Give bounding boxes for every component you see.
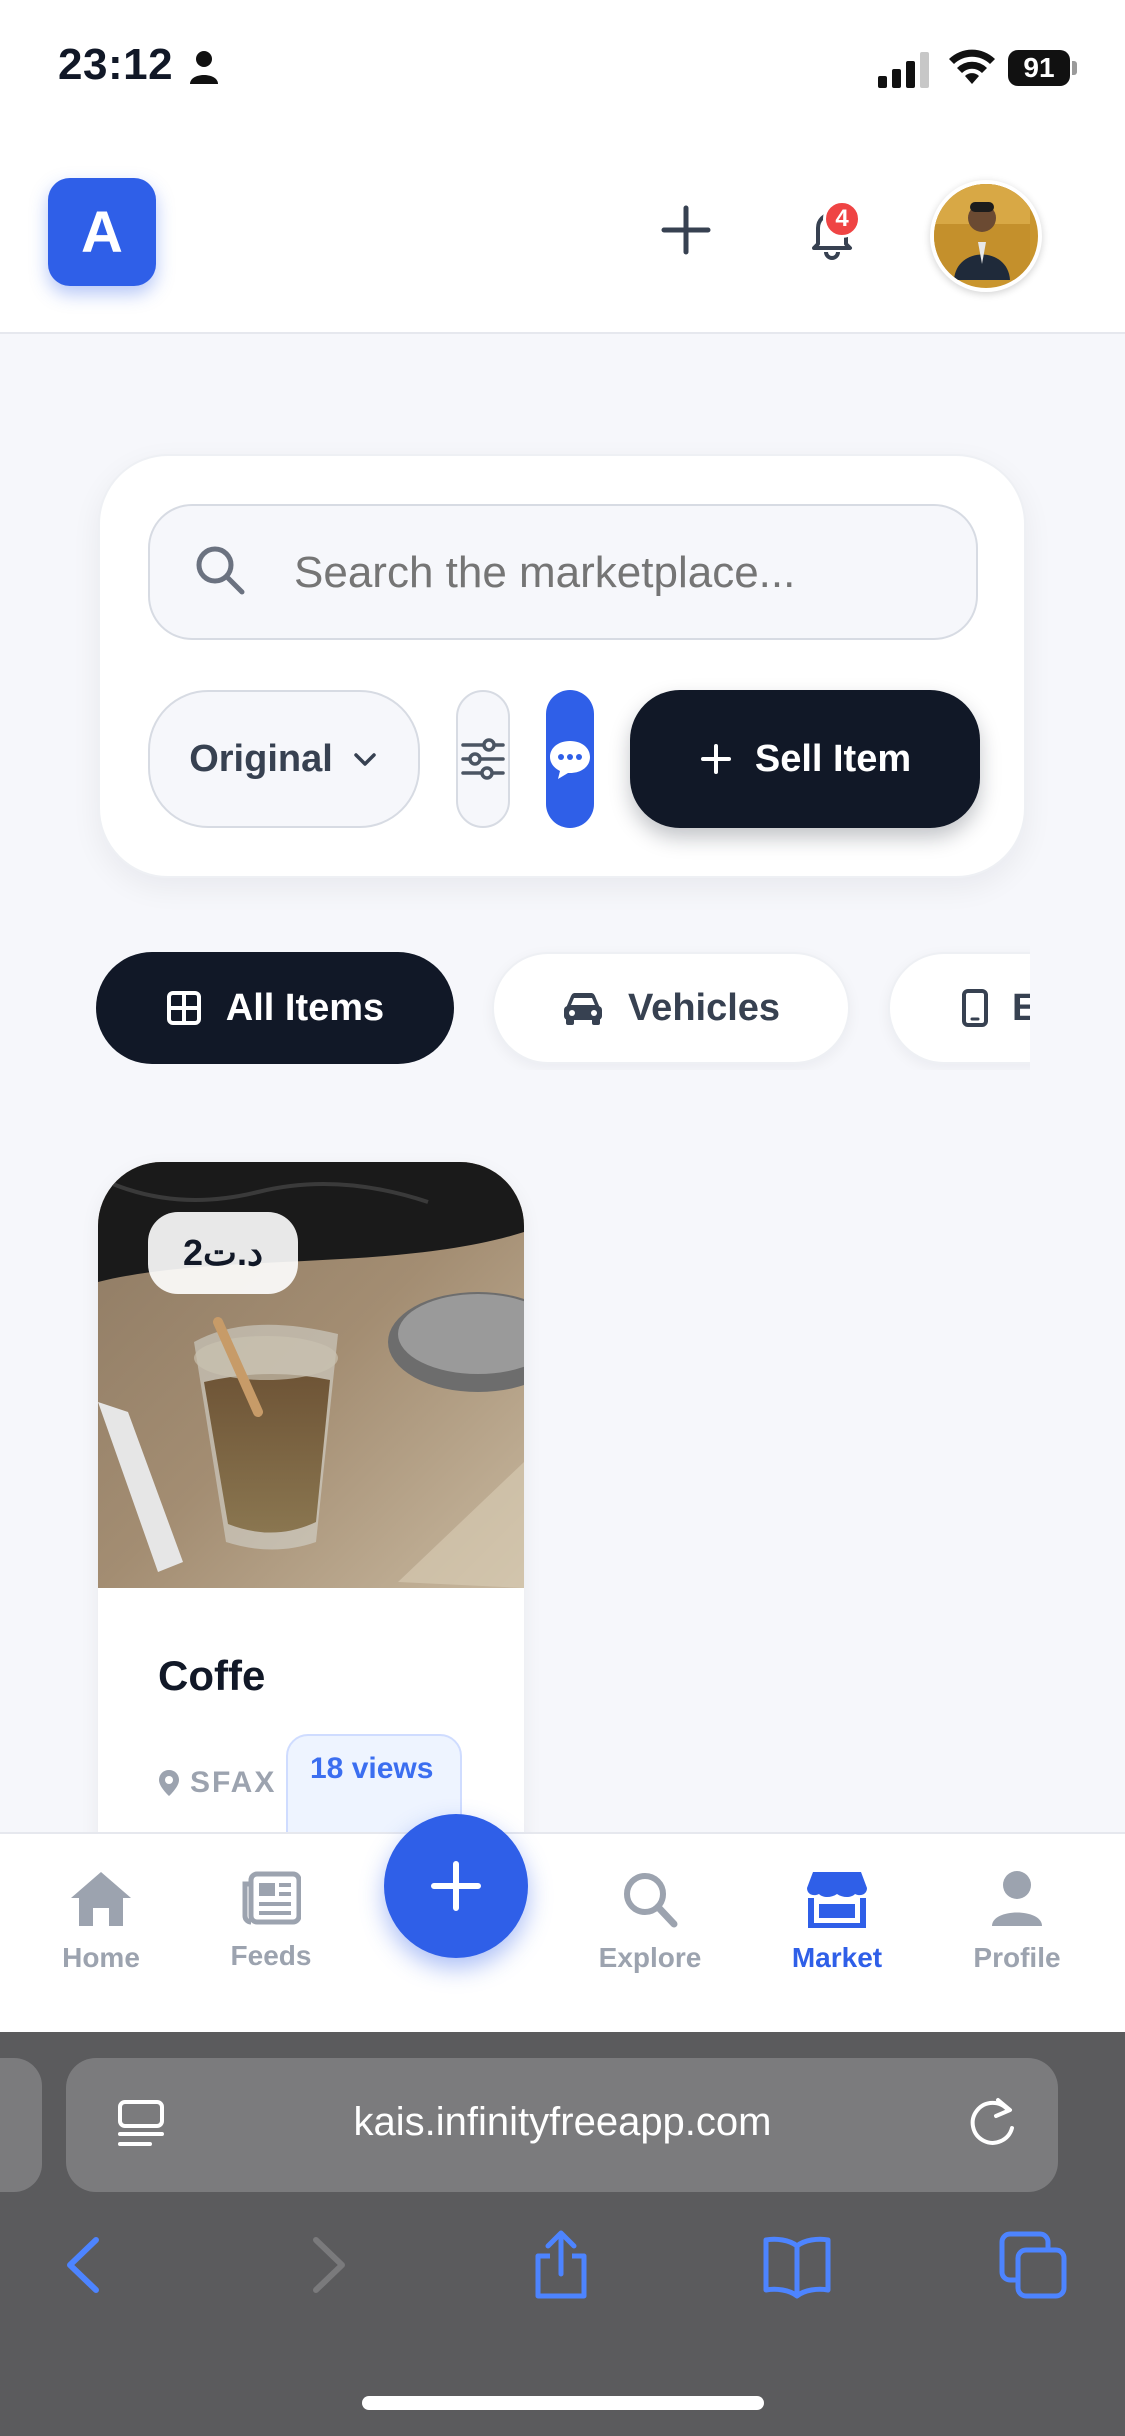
app-logo[interactable]: A: [48, 178, 156, 286]
status-time: 23:12: [58, 40, 174, 89]
store-icon: [807, 1872, 867, 1928]
battery-indicator: 91: [1008, 50, 1078, 86]
sort-dropdown-label: Original: [189, 737, 333, 780]
sort-dropdown[interactable]: Original: [148, 690, 420, 828]
category-label: E: [1012, 986, 1030, 1029]
tabs-icon[interactable]: [998, 2230, 1068, 2300]
search-icon: [196, 546, 245, 595]
reader-mode-icon[interactable]: [116, 2098, 166, 2152]
nav-label: Feeds: [230, 1940, 312, 1971]
category-vehicles[interactable]: Vehicles: [492, 952, 850, 1064]
search-icon: [624, 1873, 678, 1928]
sell-item-button[interactable]: Sell Item: [630, 690, 980, 828]
home-icon: [71, 1872, 131, 1926]
reload-icon[interactable]: [964, 2094, 1022, 2152]
listing-title: Coffe: [158, 1652, 266, 1699]
plus-icon: [431, 1861, 481, 1911]
user-icon: [992, 1871, 1042, 1926]
previous-tab[interactable]: [0, 2058, 42, 2192]
create-post-button[interactable]: [384, 1814, 528, 1958]
nav-feeds[interactable]: Feeds: [196, 1870, 346, 2000]
plus-icon[interactable]: [656, 200, 716, 260]
listing-card[interactable]: 2د.ت Coffe SFAX 18 views: [98, 1162, 524, 1862]
plus-icon: [700, 744, 731, 774]
nav-label: Market: [791, 1942, 883, 1973]
category-all-items[interactable]: All Items: [96, 952, 454, 1064]
wifi-icon: [949, 49, 995, 84]
price-badge: 2د.ت: [148, 1212, 298, 1294]
filter-button[interactable]: [456, 690, 510, 828]
nav-label: Profile: [973, 1942, 1061, 1973]
battery-level: 91: [1008, 50, 1070, 86]
category-electronics[interactable]: E: [888, 952, 1030, 1064]
phone-icon: [962, 989, 988, 1027]
nav-label: Explore: [598, 1942, 702, 1973]
car-icon: [563, 993, 602, 1025]
sliders-icon: [461, 738, 505, 780]
sell-item-label: Sell Item: [754, 737, 912, 780]
nav-explore[interactable]: Explore: [575, 1870, 725, 2000]
person-icon: [190, 51, 218, 84]
forward-icon[interactable]: [290, 2230, 360, 2300]
category-label: Vehicles: [627, 986, 781, 1029]
category-label: All Items: [225, 986, 385, 1029]
nav-home[interactable]: Home: [26, 1870, 176, 2000]
cellular-signal-icon: [878, 52, 929, 88]
location-text: SFAX: [190, 1766, 277, 1799]
chat-button[interactable]: [546, 690, 594, 828]
newspaper-icon: [242, 1871, 301, 1925]
url-text: kais.infinityfreeapp.com: [353, 2100, 772, 2144]
chat-bubble-icon: [550, 741, 590, 779]
listing-location: SFAX: [158, 1766, 276, 1800]
back-icon[interactable]: [52, 2230, 122, 2300]
nav-market[interactable]: Market: [762, 1870, 912, 2000]
chevron-down-icon: [354, 753, 376, 766]
share-icon[interactable]: [526, 2230, 596, 2300]
notification-badge: 4: [823, 200, 861, 238]
search-input[interactable]: [294, 538, 934, 608]
bookmarks-icon[interactable]: [762, 2230, 832, 2300]
grid-icon: [166, 991, 201, 1025]
nav-profile[interactable]: Profile: [942, 1870, 1092, 2000]
avatar-image: [934, 184, 1030, 280]
home-indicator: [362, 2396, 764, 2410]
category-tabs: All Items Vehicles E: [96, 946, 1030, 1070]
nav-label: Home: [62, 1942, 140, 1973]
avatar[interactable]: [930, 180, 1042, 292]
map-pin-icon: [159, 1770, 179, 1796]
